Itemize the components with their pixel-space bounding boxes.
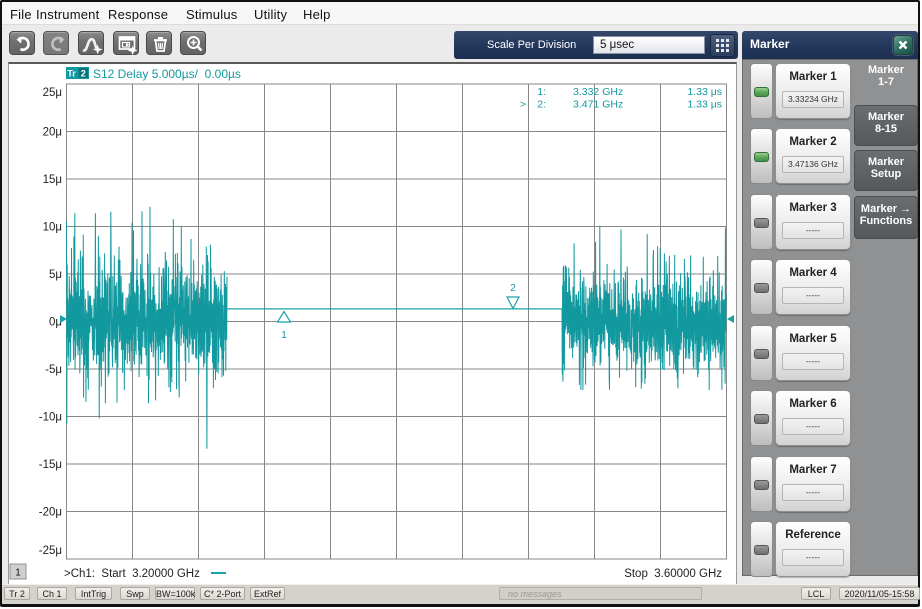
svg-text:25μ: 25μ xyxy=(43,87,62,99)
svg-text:2:: 2: xyxy=(537,99,546,111)
svg-text:-25μ: -25μ xyxy=(39,545,62,557)
svg-text:3.332 GHz: 3.332 GHz xyxy=(573,86,623,98)
svg-text:5μ: 5μ xyxy=(49,269,62,281)
svg-text:10μ: 10μ xyxy=(43,222,62,234)
svg-text:20μ: 20μ xyxy=(43,127,62,139)
svg-text:S12 Delay 5.000µs/ 0.00µs: S12 Delay 5.000µs/ 0.00µs xyxy=(93,67,241,81)
svg-text:15μ: 15μ xyxy=(43,174,62,186)
svg-text:-10μ: -10μ xyxy=(39,412,62,424)
svg-text:1:: 1: xyxy=(537,86,546,98)
svg-text:>: > xyxy=(520,99,526,111)
svg-text:Stop 3.60000 GHz: Stop 3.60000 GHz xyxy=(624,568,722,580)
svg-text:2: 2 xyxy=(81,69,86,79)
svg-text:Tr: Tr xyxy=(67,69,76,79)
svg-text:-20μ: -20μ xyxy=(39,507,62,519)
svg-text:3.471 GHz: 3.471 GHz xyxy=(573,99,623,111)
svg-text:-5μ: -5μ xyxy=(45,364,62,376)
svg-text:1: 1 xyxy=(281,330,287,341)
svg-text:1: 1 xyxy=(15,568,21,579)
svg-text:1.33 μs: 1.33 μs xyxy=(687,99,722,111)
svg-text:1.33 μs: 1.33 μs xyxy=(687,86,722,98)
svg-text:>Ch1: Start 3.20000 GHz: >Ch1: Start 3.20000 GHz xyxy=(64,568,200,580)
svg-text:-15μ: -15μ xyxy=(39,459,62,471)
svg-text:2: 2 xyxy=(510,283,516,294)
